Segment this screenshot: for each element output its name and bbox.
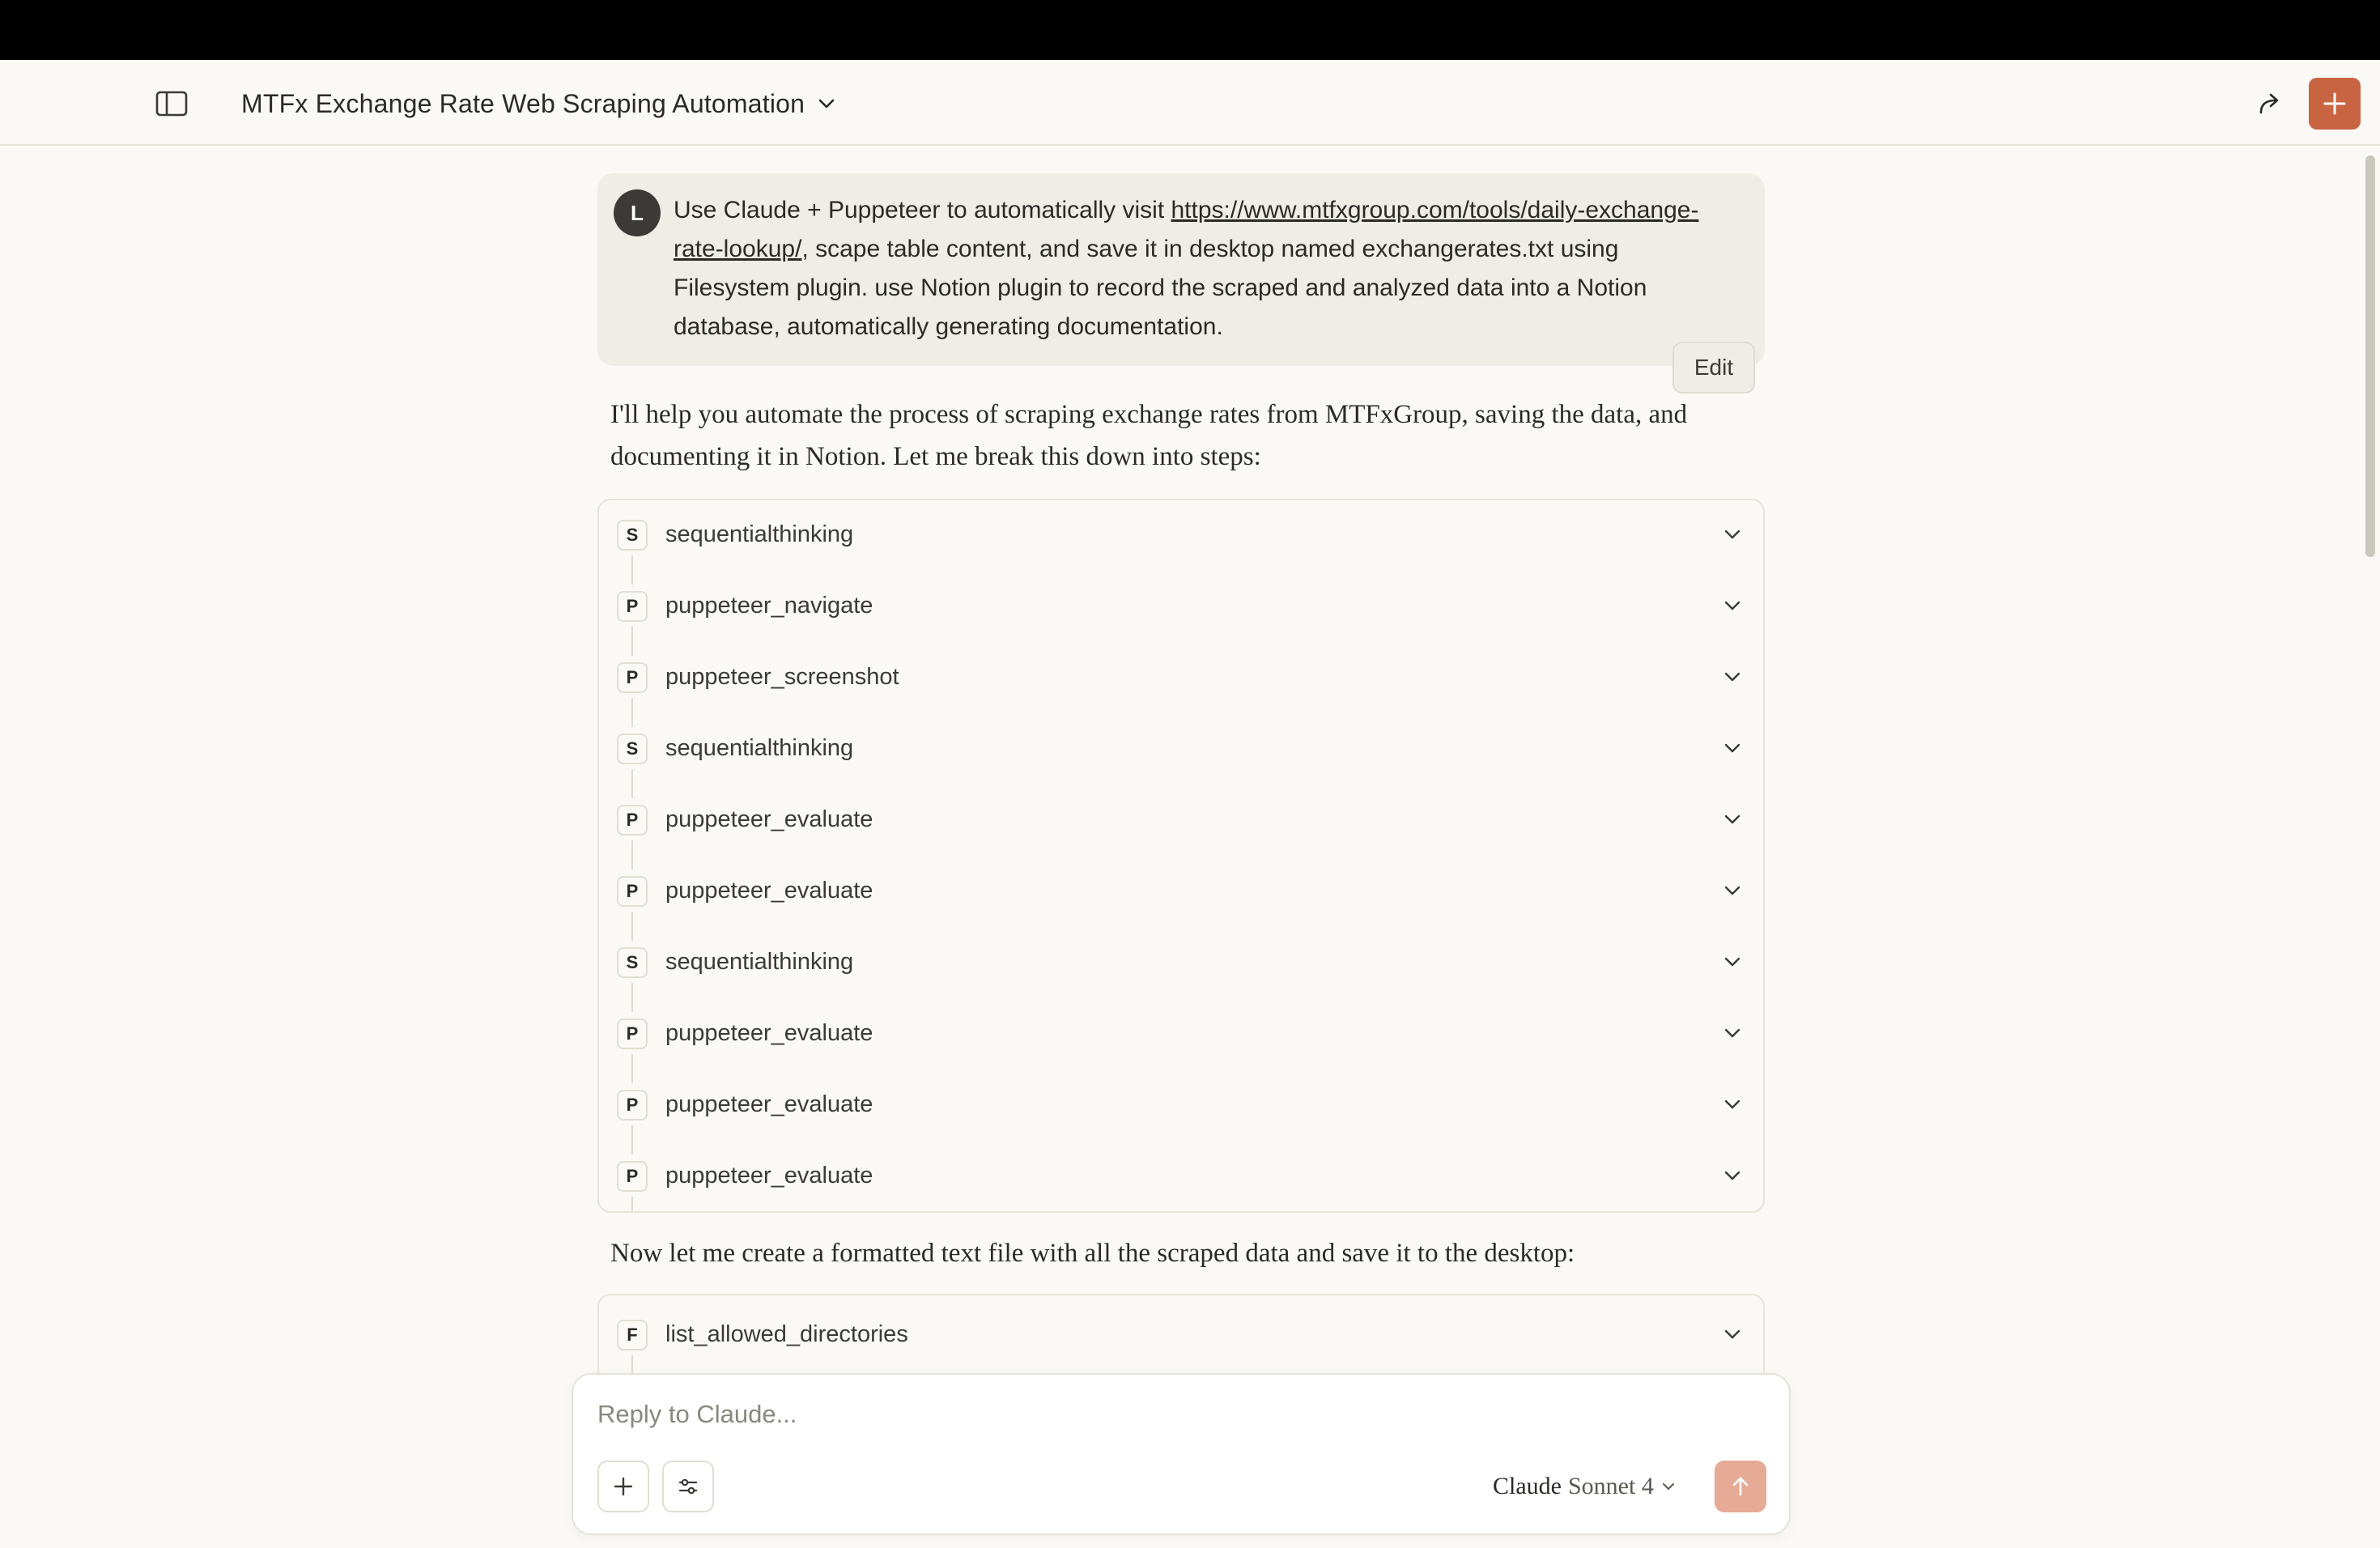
- chevron-down-icon: [1724, 1171, 1740, 1180]
- chevron-down-icon: [1662, 1483, 1674, 1490]
- tool-badge: P: [617, 876, 648, 907]
- tool-name: puppeteer_evaluate: [665, 878, 873, 904]
- model-selector[interactable]: Claude Sonnet 4: [1493, 1469, 1677, 1504]
- tool-call-row[interactable]: Ppuppeteer_navigate: [599, 572, 1763, 643]
- app-header: MTFx Exchange Rate Web Scraping Automati…: [0, 60, 2380, 146]
- tool-badge: S: [617, 734, 648, 764]
- os-top-bar: [0, 0, 2380, 60]
- chat-title: MTFx Exchange Rate Web Scraping Automati…: [241, 88, 805, 118]
- chevron-down-icon: [1724, 957, 1740, 967]
- new-chat-button[interactable]: [2309, 78, 2361, 130]
- tool-badge: P: [617, 591, 648, 622]
- tool-name: puppeteer_navigate: [665, 593, 873, 619]
- tool-name: puppeteer_evaluate: [665, 1163, 873, 1189]
- tool-call-row[interactable]: Ppuppeteer_evaluate: [599, 785, 1763, 857]
- tool-name: puppeteer_evaluate: [665, 806, 873, 832]
- share-arrow-icon: [2259, 93, 2279, 114]
- tool-badge: S: [617, 520, 648, 551]
- reply-composer: Claude Sonnet 4: [572, 1373, 1791, 1535]
- tool-call-row[interactable]: Ppuppeteer_screenshot: [599, 643, 1763, 714]
- tool-name: sequentialthinking: [665, 521, 854, 547]
- model-name: Claude: [1493, 1473, 1562, 1499]
- tool-call-row[interactable]: Ppuppeteer_evaluate: [599, 1142, 1763, 1211]
- chevron-down-icon: [1724, 886, 1740, 895]
- tool-name: sequentialthinking: [665, 949, 854, 975]
- plus-icon: [2323, 92, 2346, 115]
- tool-call-row[interactable]: Ppuppeteer_evaluate: [599, 857, 1763, 928]
- chevron-down-icon: [1724, 743, 1740, 753]
- chevron-down-icon: [818, 99, 835, 108]
- send-button[interactable]: [1715, 1461, 1766, 1512]
- tool-badge: P: [617, 1090, 648, 1121]
- chevron-down-icon: [1724, 529, 1740, 539]
- assistant-followup-text: Now let me create a formatted text file …: [610, 1239, 1575, 1268]
- tool-connector-line: [631, 1197, 633, 1211]
- tool-badge: P: [617, 1161, 648, 1192]
- model-version: Sonnet 4: [1567, 1473, 1654, 1499]
- scrollbar-thumb[interactable]: [2365, 155, 2375, 557]
- tool-call-row[interactable]: Ssequentialthinking: [599, 714, 1763, 785]
- chat-title-dropdown[interactable]: MTFx Exchange Rate Web Scraping Automati…: [241, 84, 837, 123]
- chevron-down-icon: [1724, 601, 1740, 610]
- chevron-down-icon: [1724, 1028, 1740, 1038]
- assistant-intro-text: I'll help you automate the process of sc…: [610, 400, 1688, 471]
- sidebar-toggle-icon[interactable]: [154, 89, 189, 118]
- tool-name: sequentialthinking: [665, 735, 854, 761]
- tool-calls-group: Ssequentialthinking Ppuppeteer_navigate Pp…: [597, 499, 1765, 1213]
- chevron-down-icon: [1724, 814, 1740, 824]
- chevron-down-icon: [1724, 1329, 1740, 1339]
- tool-call-row[interactable]: Ppuppeteer_evaluate: [599, 1070, 1763, 1142]
- tool-name: puppeteer_evaluate: [665, 1020, 873, 1046]
- sliders-icon: [678, 1478, 698, 1495]
- chevron-down-icon: [1724, 1099, 1740, 1109]
- plus-icon: [614, 1477, 633, 1496]
- user-message: L Use Claude + Puppeteer to automaticall…: [597, 173, 1765, 366]
- tool-name: puppeteer_screenshot: [665, 664, 899, 690]
- tool-badge: F: [617, 1320, 648, 1350]
- tools-button[interactable]: [662, 1461, 714, 1512]
- tool-badge: P: [617, 662, 648, 693]
- avatar: L: [614, 189, 661, 236]
- attach-button[interactable]: [597, 1461, 649, 1512]
- tool-call-row[interactable]: Ssequentialthinking: [599, 500, 1763, 572]
- tool-call-row[interactable]: Ppuppeteer_evaluate: [599, 999, 1763, 1070]
- chevron-down-icon: [1724, 672, 1740, 682]
- tool-name: list_allowed_directories: [665, 1321, 908, 1347]
- tool-call-row[interactable]: Flist_allowed_directories: [599, 1300, 1763, 1372]
- edit-button[interactable]: Edit: [1672, 342, 1755, 393]
- reply-input[interactable]: [597, 1394, 1763, 1435]
- user-message-text: Use Claude + Puppeteer to automatically …: [674, 197, 1699, 340]
- tool-badge: P: [617, 1019, 648, 1049]
- share-button[interactable]: [2250, 84, 2289, 123]
- arrow-up-icon: [1732, 1477, 1749, 1496]
- tool-name: puppeteer_evaluate: [665, 1091, 873, 1117]
- tool-badge: S: [617, 947, 648, 978]
- tool-call-row[interactable]: Ssequentialthinking: [599, 928, 1763, 999]
- tool-badge: P: [617, 805, 648, 836]
